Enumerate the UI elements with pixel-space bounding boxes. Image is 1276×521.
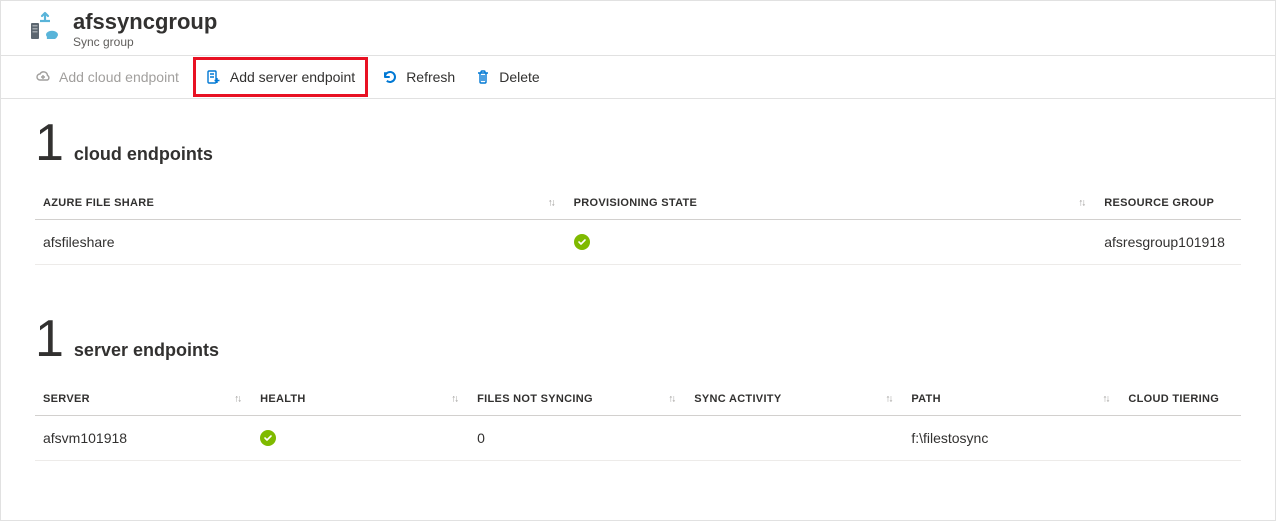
- table-row[interactable]: afsfileshare afsresgroup101918: [35, 220, 1241, 265]
- cloud-endpoints-table: AZURE FILE SHARE ↑↓ PROVISIONING STATE ↑…: [35, 187, 1241, 265]
- trash-icon: [475, 69, 491, 85]
- sort-icon: ↑↓: [548, 198, 554, 209]
- add-server-endpoint-button[interactable]: Add server endpoint: [193, 57, 368, 97]
- server-endpoints-table: SERVER ↑↓ HEALTH ↑↓ FILES NOT SYNCING ↑↓…: [35, 383, 1241, 461]
- add-cloud-endpoint-label: Add cloud endpoint: [59, 69, 179, 85]
- col-health[interactable]: HEALTH ↑↓: [252, 383, 469, 416]
- cell-files-not-syncing: 0: [469, 416, 686, 461]
- cell-server: afsvm101918: [35, 416, 252, 461]
- sort-icon: ↑↓: [1078, 198, 1084, 209]
- add-server-endpoint-label: Add server endpoint: [230, 69, 355, 85]
- refresh-button[interactable]: Refresh: [372, 61, 465, 93]
- cloud-plus-icon: [35, 69, 51, 85]
- sort-icon: ↑↓: [451, 394, 457, 405]
- sort-icon: ↑↓: [1102, 394, 1108, 405]
- cell-azure-file-share: afsfileshare: [35, 220, 566, 265]
- status-ok-icon: [574, 234, 590, 250]
- add-cloud-endpoint-button: Add cloud endpoint: [25, 61, 189, 93]
- toolbar: Add cloud endpoint Add server endpoint R…: [1, 55, 1275, 99]
- col-files-not-syncing[interactable]: FILES NOT SYNCING ↑↓: [469, 383, 686, 416]
- cell-sync-activity: [686, 416, 903, 461]
- cell-health: [252, 416, 469, 461]
- sort-icon: ↑↓: [885, 394, 891, 405]
- cell-path: f:\filestosync: [903, 416, 1120, 461]
- table-row[interactable]: afsvm101918 0 f:\filestosync: [35, 416, 1241, 461]
- page-header: afssyncgroup Sync group: [1, 1, 1275, 55]
- page-subtitle: Sync group: [73, 35, 217, 49]
- refresh-icon: [382, 69, 398, 85]
- sort-icon: ↑↓: [234, 394, 240, 405]
- sort-icon: ↑↓: [668, 394, 674, 405]
- col-server[interactable]: SERVER ↑↓: [35, 383, 252, 416]
- delete-button[interactable]: Delete: [465, 61, 549, 93]
- server-plus-icon: [206, 69, 222, 85]
- page-title: afssyncgroup: [73, 9, 217, 35]
- cell-provisioning-state: [566, 220, 1097, 265]
- sync-group-icon: [29, 11, 61, 43]
- cloud-endpoints-label: cloud endpoints: [74, 144, 213, 165]
- refresh-label: Refresh: [406, 69, 455, 85]
- delete-label: Delete: [499, 69, 539, 85]
- col-provisioning-state[interactable]: PROVISIONING STATE ↑↓: [566, 187, 1097, 220]
- server-endpoints-label: server endpoints: [74, 340, 219, 361]
- server-endpoints-count: 1: [35, 313, 64, 365]
- cell-resource-group: afsresgroup101918: [1096, 220, 1241, 265]
- cell-cloud-tiering: [1120, 416, 1241, 461]
- col-azure-file-share[interactable]: AZURE FILE SHARE ↑↓: [35, 187, 566, 220]
- server-endpoints-heading: 1 server endpoints: [35, 313, 1241, 365]
- status-ok-icon: [260, 430, 276, 446]
- col-path[interactable]: PATH ↑↓: [903, 383, 1120, 416]
- col-cloud-tiering[interactable]: CLOUD TIERING: [1120, 383, 1241, 416]
- col-resource-group[interactable]: RESOURCE GROUP: [1096, 187, 1241, 220]
- cloud-endpoints-count: 1: [35, 117, 64, 169]
- col-sync-activity[interactable]: SYNC ACTIVITY ↑↓: [686, 383, 903, 416]
- cloud-endpoints-heading: 1 cloud endpoints: [35, 117, 1241, 169]
